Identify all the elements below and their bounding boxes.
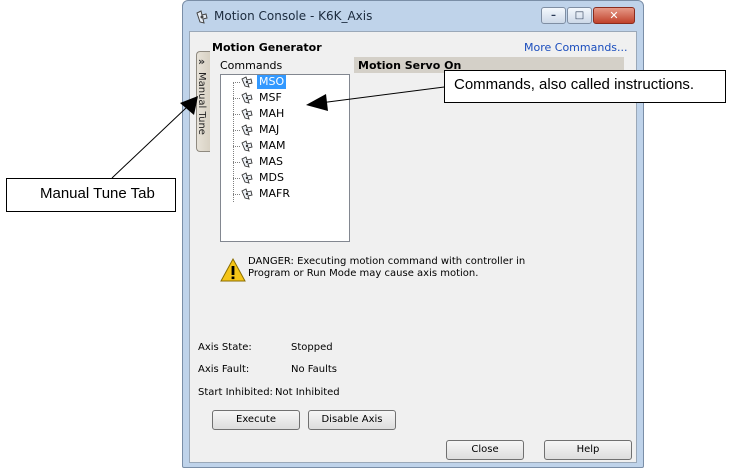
manual-tune-callout-text: Manual Tune Tab	[40, 185, 155, 202]
commands-callout: Commands, also called instructions.	[444, 70, 726, 103]
commands-callout-arrowhead	[306, 94, 328, 111]
commands-callout-text: Commands, also called instructions.	[454, 76, 695, 93]
manual-tune-callout-arrowhead	[180, 96, 198, 115]
commands-callout-line	[319, 85, 453, 104]
manual-tune-callout-line	[111, 107, 187, 179]
manual-tune-callout: Manual Tune Tab	[6, 178, 176, 212]
